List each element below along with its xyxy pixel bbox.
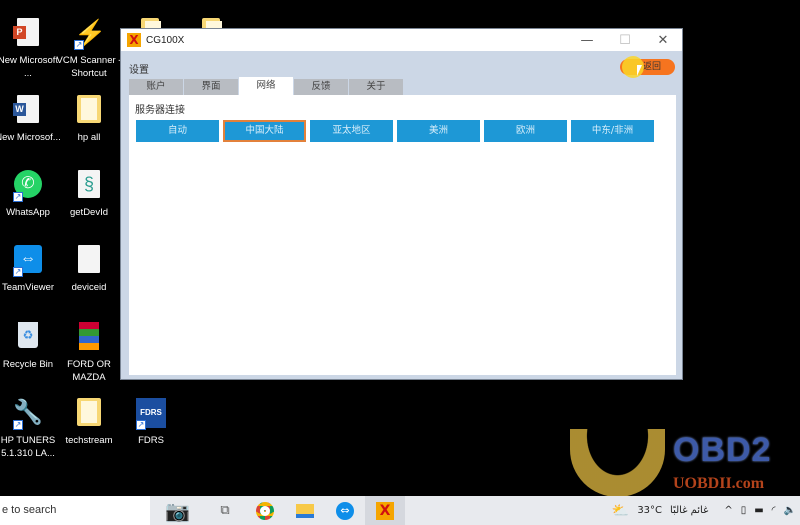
- tab-network[interactable]: 网络: [239, 77, 294, 95]
- desktop: P New Microsoft ... ⚡ ↗ VCM Scanner - Sho…: [0, 0, 800, 497]
- desktop-icon-fdrs[interactable]: FDRS ↗ FDRS: [116, 398, 186, 447]
- chrome-icon: [256, 501, 274, 520]
- weather-icon: ⛅: [611, 502, 630, 519]
- server-china-mainland-button[interactable]: 中国大陆: [223, 120, 306, 142]
- tab-interface[interactable]: 界面: [184, 79, 239, 95]
- tab-about[interactable]: 关于: [349, 79, 404, 95]
- show-hidden-icons-chevron[interactable]: ^: [724, 505, 732, 516]
- weather-condition[interactable]: غائم غالبًا: [670, 505, 708, 516]
- watermark-logo-icon: [570, 429, 665, 497]
- watermark: OBD2 UOBDII.com: [565, 425, 800, 497]
- teamviewer-taskbar-button[interactable]: ⇔: [325, 496, 365, 525]
- taskbar: e to search 📷 ⧉ ⇔ X ⛅ 33°C غائم غالبًا ^…: [0, 496, 800, 525]
- close-button[interactable]: ✕: [644, 29, 682, 51]
- desktop-icon-getdevid[interactable]: § getDevId: [54, 170, 124, 219]
- file-icon: [78, 245, 100, 273]
- server-connection-label: 服务器连接: [135, 105, 185, 116]
- server-middle-east-africa-button[interactable]: 中东/非洲: [571, 120, 654, 142]
- file-explorer-button[interactable]: [285, 496, 325, 525]
- desktop-icon-vcm-scanner[interactable]: ⚡ ↗ VCM Scanner - Shortcut: [54, 18, 124, 80]
- teamviewer-icon: ⇔: [336, 501, 354, 520]
- task-view-button[interactable]: ⧉: [205, 496, 245, 525]
- cg100x-app-icon: X: [376, 501, 394, 520]
- task-view-icon: ⧉: [220, 503, 230, 518]
- desktop-icon-hp-all[interactable]: hp all: [54, 95, 124, 144]
- network-panel: 服务器连接 自动 中国大陆 亚太地区 美洲 欧洲 中东/非洲: [129, 95, 676, 375]
- weather-temperature[interactable]: 33°C: [637, 505, 662, 516]
- server-asia-pacific-button[interactable]: 亚太地区: [310, 120, 393, 142]
- file-explorer-icon: [296, 503, 314, 518]
- system-tray: ⛅ 33°C غائم غالبًا ^ ▯ ▬ ◜ 🔈: [608, 496, 800, 525]
- watermark-url: UOBDII.com: [673, 475, 765, 492]
- recycle-bin-icon: ♻: [18, 322, 38, 348]
- archive-icon: [79, 322, 99, 350]
- wifi-icon[interactable]: ◜: [772, 505, 776, 516]
- taskbar-search-box[interactable]: e to search: [0, 496, 150, 525]
- camera-app-button[interactable]: 📷: [150, 496, 205, 525]
- settings-heading: 设置: [129, 65, 149, 76]
- battery-icon[interactable]: ▬: [754, 505, 763, 516]
- mouse-cursor-icon: [637, 65, 642, 76]
- cg100x-window: X CG100X — ☐ ✕ 设置 返回 账户 界面 网络 反馈 关于 服务器连…: [120, 28, 683, 380]
- server-auto-button[interactable]: 自动: [136, 120, 219, 142]
- desktop-icon-techstream[interactable]: techstream: [54, 398, 124, 447]
- tab-account[interactable]: 账户: [129, 79, 184, 95]
- chrome-button[interactable]: [245, 496, 285, 525]
- word-icon: W: [13, 95, 39, 123]
- minimize-button[interactable]: —: [568, 29, 606, 51]
- settings-tabs: 账户 界面 网络 反馈 关于: [129, 77, 404, 95]
- cg100x-taskbar-button[interactable]: X: [365, 496, 405, 525]
- maximize-button[interactable]: ☐: [606, 29, 644, 51]
- script-icon: §: [78, 170, 100, 198]
- server-options: 自动 中国大陆 亚太地区 美洲 欧洲 中东/非洲: [136, 120, 658, 142]
- desktop-icon-ford-or-mazda[interactable]: FORD OR MAZDA: [54, 322, 124, 384]
- powerpoint-icon: P: [13, 18, 39, 46]
- folder-icon: [77, 398, 101, 426]
- tab-feedback[interactable]: 反馈: [294, 79, 349, 95]
- cg100x-app-icon: X: [127, 33, 141, 47]
- volume-icon[interactable]: 🔈: [784, 505, 796, 516]
- server-americas-button[interactable]: 美洲: [397, 120, 480, 142]
- camera-icon: 📷: [165, 498, 190, 523]
- device-icon[interactable]: ▯: [741, 505, 747, 516]
- watermark-brand: OBD2: [673, 431, 772, 469]
- desktop-icon-deviceid[interactable]: deviceid: [54, 245, 124, 294]
- title-bar[interactable]: X CG100X — ☐ ✕: [121, 29, 682, 51]
- server-europe-button[interactable]: 欧洲: [484, 120, 567, 142]
- window-title: CG100X: [146, 34, 185, 46]
- folder-icon: [77, 95, 101, 123]
